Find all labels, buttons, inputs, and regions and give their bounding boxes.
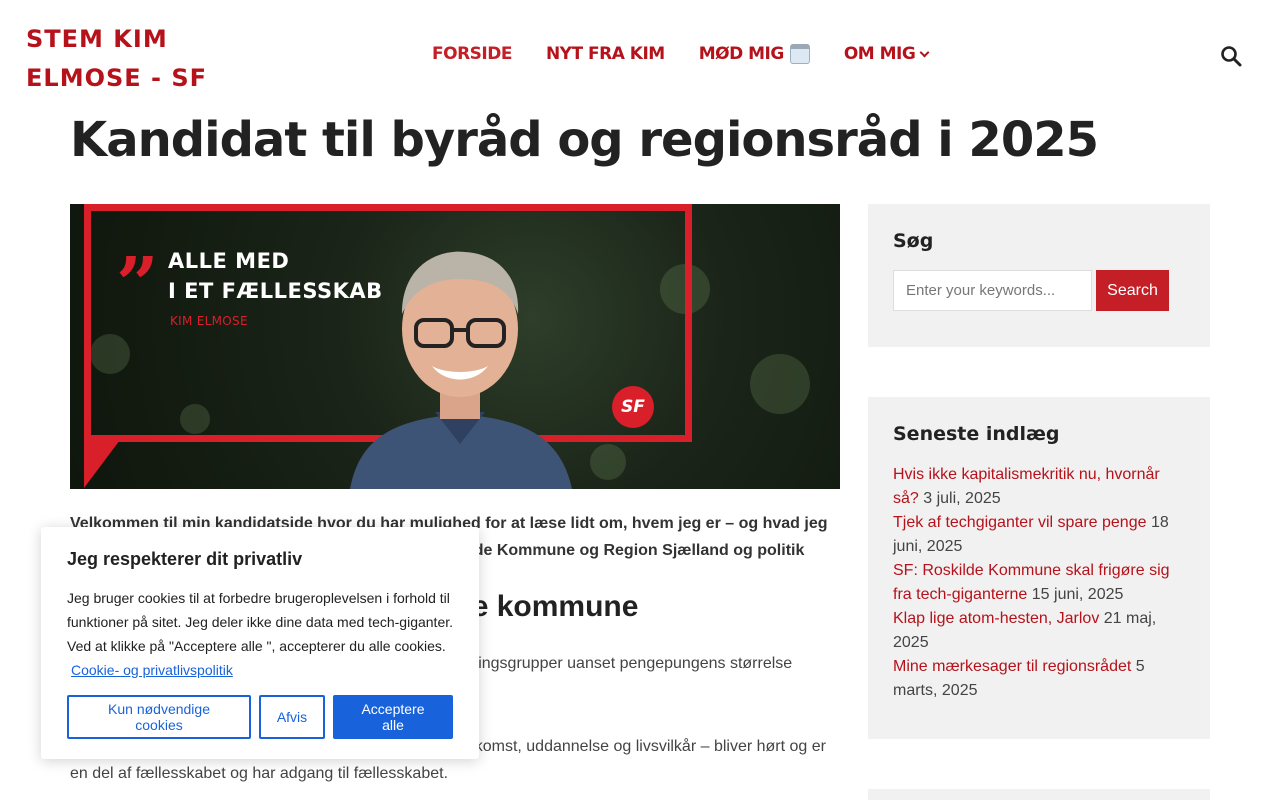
nav-label: NYT FRA KIM <box>545 44 665 64</box>
main-nav: FORSIDE NYT FRA KIM MØD MIG OM MIG <box>432 44 962 64</box>
nav-item-forside[interactable]: FORSIDE <box>432 44 512 64</box>
hero-line-2: I ET FÆLLESSKAB <box>168 279 383 303</box>
bokeh-dot <box>590 444 626 480</box>
list-item: SF: Roskilde Kommune skal frigøre sig fr… <box>893 559 1185 607</box>
bokeh-dot <box>750 354 810 414</box>
privacy-policy-link[interactable]: Cookie- og privatlivspolitik <box>71 662 233 678</box>
recent-posts-widget: Seneste indlæg Hvis ikke kapitalismekrit… <box>868 397 1210 739</box>
nav-item-nyt-fra-kim[interactable]: NYT FRA KIM <box>546 44 665 64</box>
widget-title: Søg <box>893 230 934 252</box>
post-link[interactable]: Tjek af techgiganter vil spare penge <box>893 514 1146 531</box>
sf-logo: SF <box>612 386 654 428</box>
nav-label: MØD MIG <box>698 44 785 64</box>
hero-slogan: ALLE MED I ET FÆLLESSKAB <box>168 246 383 306</box>
nav-label: OM MIG <box>843 44 916 64</box>
reject-cookies-button[interactable]: Afvis <box>259 695 325 739</box>
cookie-buttons: Kun nødvendige cookies Afvis Acceptere a… <box>67 695 453 739</box>
calendar-icon <box>789 44 810 64</box>
list-item: Hvis ikke kapitalismekritik nu, hvornår … <box>893 463 1185 511</box>
cookie-consent-banner: Jeg respekterer dit privatliv Jeg bruger… <box>41 527 479 759</box>
list-item: Tjek af techgiganter vil spare penge 18 … <box>893 511 1185 559</box>
cookie-description: Jeg bruger cookies til at forbedre bruge… <box>67 590 454 654</box>
sidebar-widget <box>868 789 1210 800</box>
cookie-title: Jeg respekterer dit privatliv <box>67 549 303 569</box>
post-date: 15 juni, 2025 <box>1031 586 1124 603</box>
hero-image: ” ALLE MED I ET FÆLLESSKAB KIM ELMOSE SF <box>70 204 840 489</box>
hero-line-1: ALLE MED <box>168 249 290 273</box>
nav-item-om-mig[interactable]: OM MIG <box>843 44 930 64</box>
speech-tail <box>84 440 120 488</box>
post-date: 3 juli, 2025 <box>923 490 1001 507</box>
search-form: Search <box>893 270 1185 311</box>
search-submit-button[interactable]: Search <box>1096 270 1169 311</box>
list-item: Klap lige atom-hesten, Jarlov 21 maj, 20… <box>893 607 1185 655</box>
post-link[interactable]: Klap lige atom-hesten, Jarlov <box>893 610 1099 627</box>
accept-cookies-button[interactable]: Acceptere alle <box>333 695 453 739</box>
site-title[interactable]: STEM KIM ELMOSE - SF <box>26 20 226 98</box>
list-item: Mine mærkesager til regionsrådet 5 marts… <box>893 655 1185 703</box>
chevron-down-icon <box>919 47 930 57</box>
header-search-button[interactable] <box>1220 45 1244 69</box>
quote-mark: ” <box>116 242 159 328</box>
hero-name: KIM ELMOSE <box>170 314 248 328</box>
widget-title: Seneste indlæg <box>893 423 1060 445</box>
search-input[interactable] <box>893 270 1092 311</box>
necessary-cookies-button[interactable]: Kun nødvendige cookies <box>67 695 251 739</box>
cookie-text: Jeg bruger cookies til at forbedre bruge… <box>67 586 453 682</box>
search-widget: Søg Search <box>868 204 1210 347</box>
search-icon <box>1221 46 1242 67</box>
nav-label: FORSIDE <box>432 44 512 64</box>
post-link[interactable]: Mine mærkesager til regionsrådet <box>893 658 1131 675</box>
recent-posts-list: Hvis ikke kapitalismekritik nu, hvornår … <box>893 463 1185 703</box>
page-title: Kandidat til byråd og regionsråd i 2025 <box>70 112 1099 168</box>
nav-item-mod-mig[interactable]: MØD MIG <box>699 44 810 64</box>
